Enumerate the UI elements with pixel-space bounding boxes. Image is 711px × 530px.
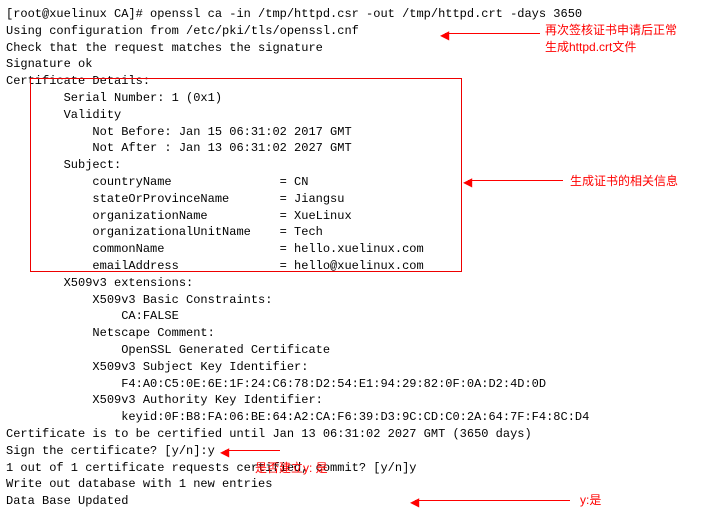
output-line: commonName = hello.xuelinux.com (6, 241, 705, 258)
output-line: F4:A0:C5:0E:6E:1F:24:C6:78:D2:54:E1:94:2… (6, 376, 705, 393)
output-line: stateOrProvinceName = Jiangsu (6, 191, 705, 208)
output-line: Check that the request matches the signa… (6, 40, 705, 57)
output-line: X509v3 Basic Constraints: (6, 292, 705, 309)
output-line: Write out database with 1 new entries (6, 476, 705, 493)
output-line: Not Before: Jan 15 06:31:02 2017 GMT (6, 124, 705, 141)
output-line: Not After : Jan 13 06:31:02 2027 GMT (6, 140, 705, 157)
output-line: Using configuration from /etc/pki/tls/op… (6, 23, 705, 40)
output-line: Sign the certificate? [y/n]:y (6, 443, 705, 460)
output-line: Serial Number: 1 (0x1) (6, 90, 705, 107)
output-line: CA:FALSE (6, 308, 705, 325)
output-line: keyid:0F:B8:FA:06:BE:64:A2:CA:F6:39:D3:9… (6, 409, 705, 426)
output-line: X509v3 extensions: (6, 275, 705, 292)
output-line: countryName = CN (6, 174, 705, 191)
output-line: Certificate is to be certified until Jan… (6, 426, 705, 443)
output-line: Certificate Details: (6, 73, 705, 90)
output-line: Subject: (6, 157, 705, 174)
output-line: 1 out of 1 certificate requests certifie… (6, 460, 705, 477)
output-line: Netscape Comment: (6, 325, 705, 342)
output-line: organizationName = XueLinux (6, 208, 705, 225)
output-line: Data Base Updated (6, 493, 705, 510)
output-line: Signature ok (6, 56, 705, 73)
output-line: X509v3 Subject Key Identifier: (6, 359, 705, 376)
output-line: Validity (6, 107, 705, 124)
output-line: organizationalUnitName = Tech (6, 224, 705, 241)
output-line: OpenSSL Generated Certificate (6, 342, 705, 359)
output-line: emailAddress = hello@xuelinux.com (6, 258, 705, 275)
cmd-line: [root@xuelinux CA]# openssl ca -in /tmp/… (6, 6, 705, 23)
output-line: X509v3 Authority Key Identifier: (6, 392, 705, 409)
